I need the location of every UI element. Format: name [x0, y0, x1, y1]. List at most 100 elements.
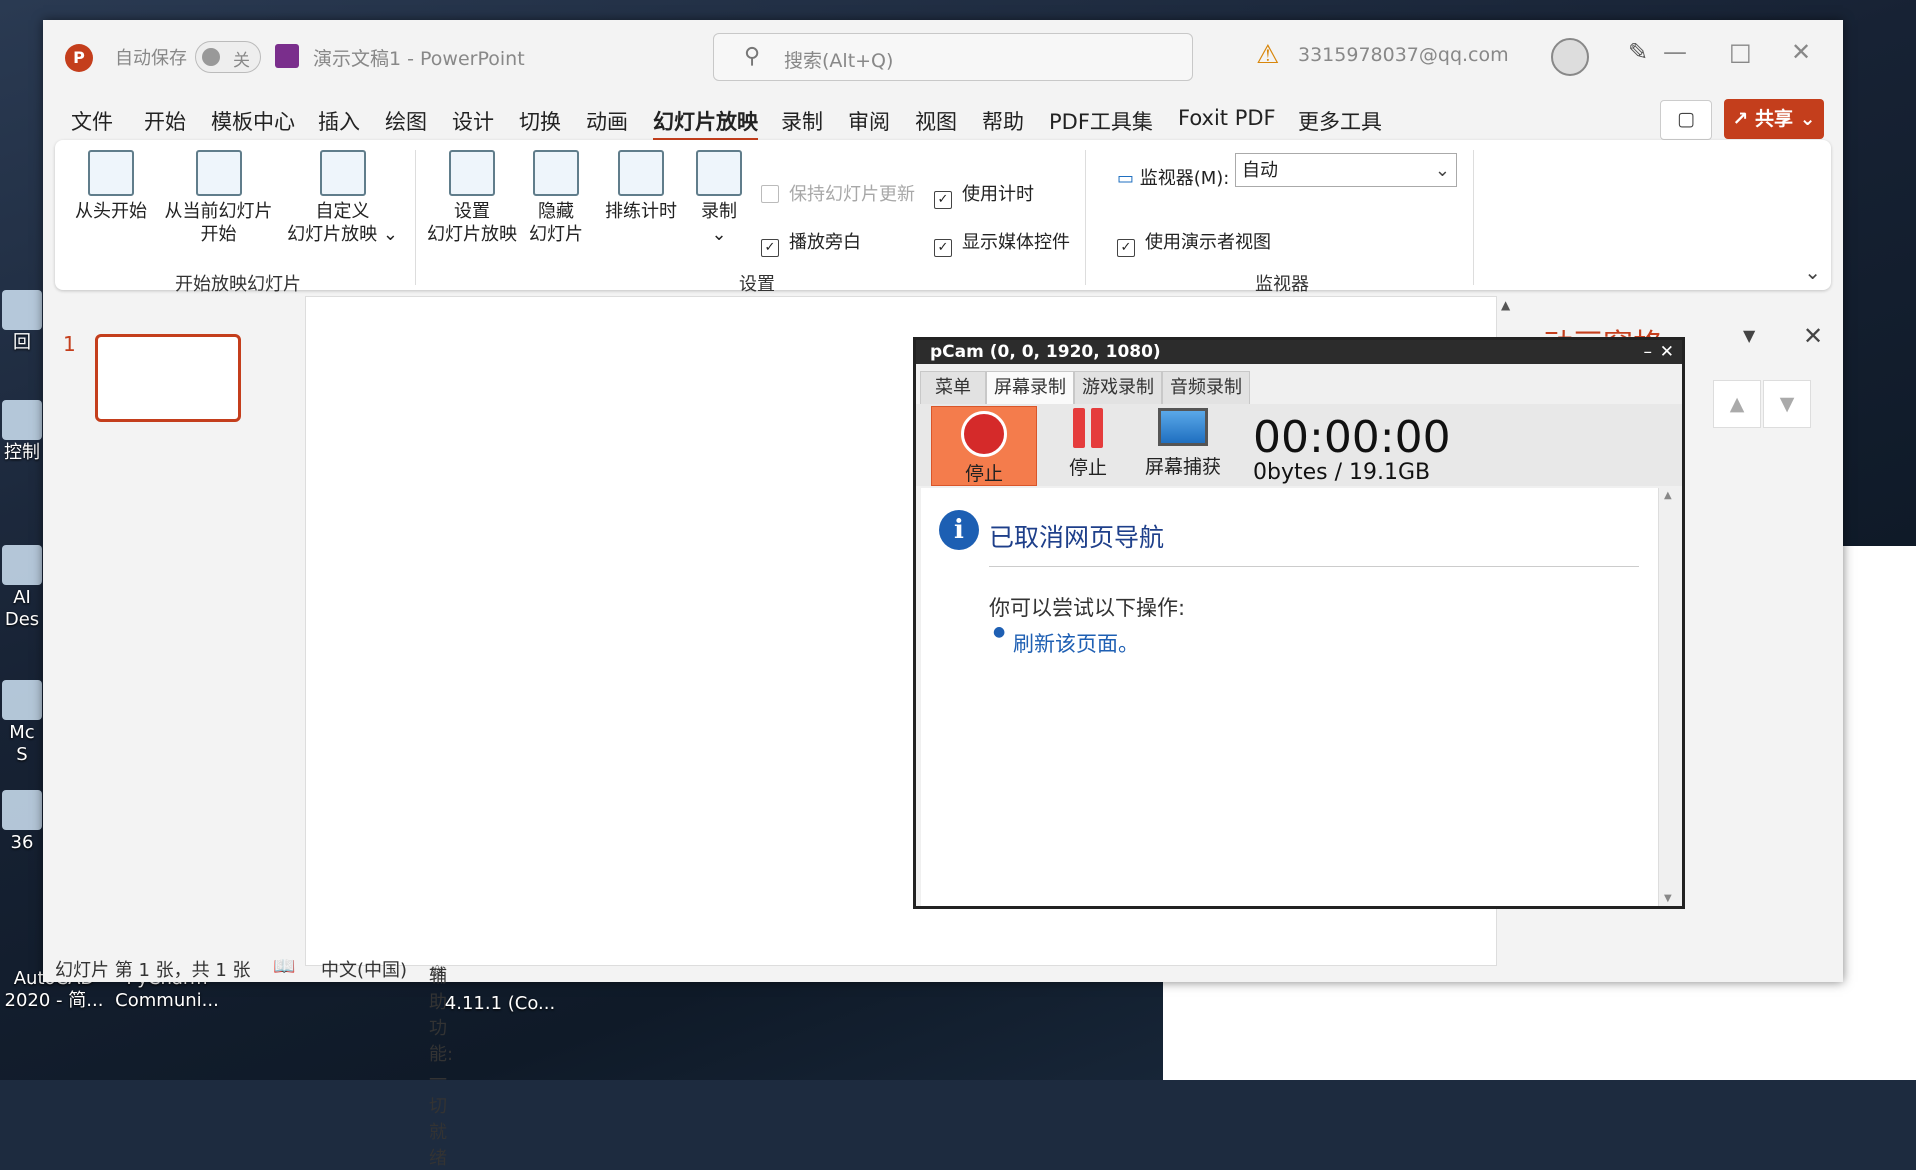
screen-capture-button[interactable]: 屏幕捕获	[1141, 408, 1225, 479]
warning-icon[interactable]: ⚠	[1256, 40, 1279, 70]
tab-screen-record[interactable]: 屏幕录制	[986, 371, 1074, 404]
checkbox-box: ✓	[934, 239, 952, 257]
show-media-checkbox[interactable]: ✓ 显示媒体控件	[934, 228, 1070, 257]
desktop-icon-recycle[interactable]: 回	[2, 290, 42, 354]
share-label: 共享	[1754, 108, 1793, 130]
play-narration-checkbox[interactable]: ✓ 播放旁白	[761, 228, 861, 257]
tab-slideshow[interactable]: 幻灯片放映	[653, 106, 758, 141]
setup-label: 设置	[454, 201, 490, 222]
tab-draw[interactable]: 绘图	[385, 106, 427, 136]
tab-transitions[interactable]: 切换	[519, 106, 561, 136]
minimize-icon[interactable]: —	[1663, 38, 1687, 66]
custom-slideshow-button[interactable]: 自定义 幻灯片放映 ⌄	[285, 150, 400, 246]
from-start-button[interactable]: 从头开始	[71, 150, 151, 223]
bandicam-window: pCam (0, 0, 1920, 1080) – ✕ 菜单 屏幕录制 游戏录制…	[913, 337, 1685, 909]
ribbon-divider	[1085, 150, 1086, 285]
tab-record[interactable]: 录制	[781, 106, 823, 136]
custom-label: 自定义	[315, 201, 370, 222]
arrow-up-icon: ▲	[1729, 393, 1745, 415]
close-icon[interactable]: ✕	[1660, 340, 1674, 364]
autosave-toggle[interactable]: 关	[195, 41, 261, 73]
maximize-icon[interactable]: □	[1729, 38, 1752, 66]
monitor-select[interactable]: 自动 ⌄	[1235, 153, 1457, 187]
close-icon[interactable]: ✕	[1791, 38, 1811, 66]
stop-record-button[interactable]: 停止	[931, 406, 1037, 486]
use-timing-checkbox[interactable]: ✓ 使用计时	[934, 180, 1034, 209]
move-up-button[interactable]: ▲	[1713, 380, 1761, 428]
tab-home[interactable]: 开始	[144, 106, 186, 136]
avatar[interactable]	[1551, 38, 1589, 76]
tab-template-center[interactable]: 模板中心	[211, 106, 295, 136]
presenter-view-label: 使用演示者视图	[1145, 232, 1271, 253]
slide-thumbnail[interactable]	[95, 334, 241, 422]
tab-review[interactable]: 审阅	[848, 106, 890, 136]
setup-slideshow-button[interactable]: 设置 幻灯片放映	[427, 150, 517, 246]
tab-audio-record[interactable]: 音频录制	[1162, 371, 1250, 405]
search-box[interactable]: ⚲ 搜索(Alt+Q)	[713, 33, 1193, 81]
monitor-value: 自动	[1242, 160, 1278, 181]
comment-icon: ▢	[1677, 108, 1695, 130]
tab-design[interactable]: 设计	[452, 106, 494, 136]
checkbox-box: ✓	[934, 191, 952, 209]
tab-insert[interactable]: 插入	[318, 106, 360, 136]
record-label: 录制	[701, 201, 737, 222]
share-button[interactable]: ↗ 共享 ⌄	[1724, 99, 1824, 139]
scroll-up-icon[interactable]: ▲	[1501, 298, 1510, 312]
tab-view[interactable]: 视图	[915, 106, 957, 136]
pause-button[interactable]: 停止	[1053, 408, 1123, 480]
tab-more-tools[interactable]: 更多工具	[1298, 106, 1382, 136]
chevron-down-icon[interactable]: ▼	[1743, 326, 1755, 345]
hide-slide-button[interactable]: 隐藏 幻灯片	[521, 150, 591, 246]
tab-foxit-pdf[interactable]: Foxit PDF	[1178, 106, 1276, 130]
desktop-icon-label: 回	[13, 332, 31, 353]
scroll-up-icon[interactable]: ▲	[1664, 490, 1672, 501]
minimize-icon[interactable]: –	[1644, 340, 1653, 364]
stop-label: 停止	[964, 463, 1003, 485]
timer-icon	[618, 150, 664, 196]
move-down-button[interactable]: ▼	[1763, 380, 1811, 428]
hide-label-2: 幻灯片	[529, 224, 583, 245]
notes-icon[interactable]: 📖	[273, 956, 295, 977]
play-narration-label: 播放旁白	[789, 232, 861, 253]
from-current-button[interactable]: 从当前幻灯片 开始	[161, 150, 276, 246]
desktop-icon-ai[interactable]: AI Des	[2, 545, 42, 631]
tab-help[interactable]: 帮助	[982, 106, 1024, 136]
use-timing-label: 使用计时	[962, 184, 1034, 205]
language-status[interactable]: 中文(中国)	[321, 956, 407, 982]
hide-label: 隐藏	[538, 201, 574, 222]
desktop-icon-mc[interactable]: Mc S	[2, 680, 42, 766]
collapse-ribbon-icon[interactable]: ⌄	[1804, 260, 1821, 284]
keep-updated-checkbox[interactable]: 保持幻灯片更新	[761, 180, 915, 206]
rehearse-label: 排练计时	[605, 201, 677, 222]
tab-file[interactable]: 文件	[71, 106, 113, 136]
setup-icon	[449, 150, 495, 196]
title-bar: P 自动保存 关 演示文稿1 - PowerPoint ⚲ 搜索(Alt+Q) …	[43, 20, 1843, 92]
checkbox-box	[761, 185, 779, 203]
tab-pdf-tools[interactable]: PDF工具集	[1049, 106, 1153, 136]
record-timer: 00:00:00	[1253, 412, 1451, 463]
scroll-down-icon[interactable]: ▼	[1664, 893, 1672, 904]
bandicam-scrollbar[interactable]: ▲ ▼	[1658, 488, 1679, 906]
tab-menu[interactable]: 菜单	[920, 371, 986, 405]
rehearse-timing-button[interactable]: 排练计时	[601, 150, 681, 223]
refresh-page-link[interactable]: 刷新该页面。	[1013, 628, 1139, 658]
desktop-icon-qtcreator[interactable]: 4.11.1 (Co...	[440, 993, 560, 1015]
autosave-label: 自动保存	[115, 48, 187, 69]
tab-game-record[interactable]: 游戏录制	[1074, 371, 1162, 405]
desktop-icon-360[interactable]: 36	[2, 790, 42, 854]
save-icon[interactable]	[275, 44, 299, 68]
record-button[interactable]: 录制 ⌄	[689, 150, 749, 246]
account-email[interactable]: 3315978037@qq.com	[1298, 44, 1509, 66]
desktop-icon-label: Mc S	[9, 722, 35, 765]
tab-animations[interactable]: 动画	[586, 106, 628, 136]
presenter-view-checkbox[interactable]: ✓ 使用演示者视图	[1117, 228, 1271, 257]
close-icon[interactable]: ✕	[1803, 322, 1823, 350]
comments-button[interactable]: ▢	[1660, 100, 1712, 140]
hide-slide-icon	[533, 150, 579, 196]
accessibility-label: 辅助功能: 一切就绪	[429, 966, 454, 1169]
desktop-icon-control[interactable]: 控制	[2, 400, 42, 464]
record-stop-icon	[961, 411, 1007, 457]
from-start-label: 从头开始	[75, 201, 147, 222]
pen-icon[interactable]: ✎	[1628, 38, 1648, 66]
try-actions-text: 你可以尝试以下操作:	[989, 596, 1186, 620]
